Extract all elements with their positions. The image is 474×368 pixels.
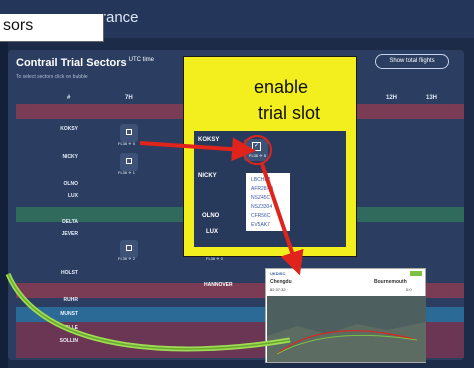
annotation-overlay: [5, 137, 304, 352]
green-curve: [5, 273, 291, 352]
green-curve-edge: [7, 273, 291, 350]
arrow-right: [139, 137, 256, 162]
arrow-down: [260, 163, 304, 276]
